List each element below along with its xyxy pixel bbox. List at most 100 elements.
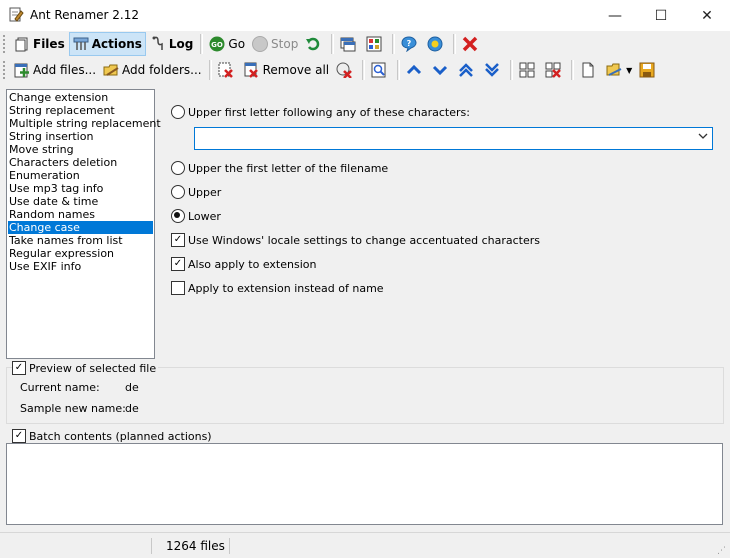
checkbox-preview[interactable]: ✓	[12, 361, 26, 375]
radio-lower[interactable]	[171, 209, 185, 223]
log-icon	[150, 36, 166, 52]
add-files-icon	[14, 62, 30, 78]
app-icon	[9, 7, 24, 22]
help-icon: ?	[401, 36, 417, 52]
maximize-button[interactable]: ☐	[638, 0, 684, 31]
window-layout-button[interactable]	[337, 33, 362, 55]
chevron-up-icon	[406, 62, 422, 78]
preview-button[interactable]	[368, 59, 393, 81]
preview-toggle[interactable]: ✓ Preview of selected file	[12, 361, 159, 375]
actions-icon	[73, 36, 89, 52]
files-button[interactable]: Files	[11, 33, 68, 55]
option-lower[interactable]: Lower	[171, 209, 221, 223]
add-folders-label: Add folders...	[122, 63, 202, 77]
toolbar-grip[interactable]	[3, 35, 8, 53]
batch-contents-panel[interactable]	[6, 443, 723, 525]
option-upper[interactable]: Upper	[171, 185, 221, 199]
exit-button[interactable]	[459, 33, 484, 55]
go-label: Go	[228, 37, 246, 51]
move-down-button[interactable]	[429, 59, 454, 81]
toolbar-grip[interactable]	[3, 61, 8, 79]
option-upper-first-filename[interactable]: Upper the first letter of the filename	[171, 161, 388, 175]
move-top-button[interactable]	[403, 59, 428, 81]
preview-group	[6, 367, 724, 424]
characters-combobox[interactable]	[194, 127, 713, 150]
chevron-down-icon[interactable]	[698, 131, 708, 144]
add-files-button[interactable]: Add files...	[11, 59, 99, 81]
actions-list-item[interactable]: String replacement	[8, 104, 153, 117]
options-button[interactable]	[363, 33, 388, 55]
radio-upper-first-following[interactable]	[171, 105, 185, 119]
minimize-button[interactable]: —	[592, 0, 638, 31]
add-folders-button[interactable]: Add folders...	[100, 59, 205, 81]
batch-label: Batch contents (planned actions)	[29, 429, 212, 443]
current-name-label: Current name:	[20, 381, 100, 394]
actions-list-item[interactable]: Use EXIF info	[8, 260, 153, 273]
remove-all-button[interactable]: Remove all	[241, 59, 333, 81]
option-apply-extension-instead[interactable]: Apply to extension instead of name	[171, 281, 384, 295]
new-document-icon	[580, 62, 596, 78]
toolbar-separator	[200, 34, 204, 54]
stop-icon	[252, 36, 269, 52]
actions-list[interactable]: Change extension String replacement Multip…	[6, 89, 161, 359]
radio-upper[interactable]	[171, 185, 185, 199]
actions-list-item[interactable]: Move string	[8, 143, 153, 156]
actions-list-item[interactable]: Use date & time	[8, 195, 153, 208]
preview-label: Preview of selected file	[29, 361, 157, 375]
go-icon: GO	[209, 36, 225, 52]
remove-dead-button[interactable]	[333, 59, 358, 81]
double-chevron-down-icon	[484, 62, 500, 78]
actions-list-item[interactable]: Characters deletion	[8, 156, 153, 169]
radio-upper-first-filename[interactable]	[171, 161, 185, 175]
actions-list-item[interactable]: Regular expression	[8, 247, 153, 260]
status-separator	[229, 538, 230, 554]
close-button[interactable]: ✕	[684, 0, 730, 31]
move-last-button[interactable]	[481, 59, 506, 81]
actions-list-item[interactable]: Change case	[8, 221, 153, 234]
actions-list-item[interactable]: Take names from list	[8, 234, 153, 247]
actions-list-item[interactable]: String insertion	[8, 130, 153, 143]
toolbar-separator	[571, 60, 575, 80]
add-folders-icon	[103, 62, 119, 78]
undo-icon	[305, 36, 321, 52]
save-batch-button[interactable]	[636, 59, 661, 81]
option-label: Upper	[188, 185, 222, 199]
batch-toggle[interactable]: ✓ Batch contents (planned actions)	[12, 429, 212, 443]
option-upper-first-following[interactable]: Upper first letter following any of thes…	[171, 105, 470, 119]
checkbox-apply-extension[interactable]: ✓	[171, 257, 185, 271]
actions-list-item[interactable]: Random names	[8, 208, 153, 221]
remove-grid-button[interactable]	[542, 59, 567, 81]
svg-text:?: ?	[407, 39, 412, 48]
save-icon	[639, 62, 655, 78]
actions-button[interactable]: Actions	[68, 32, 146, 56]
dropdown-arrow-icon[interactable]: ▼	[626, 66, 632, 75]
remove-selected-button[interactable]	[215, 59, 240, 81]
log-button[interactable]: Log	[147, 33, 196, 55]
option-label: Also apply to extension	[188, 257, 317, 271]
actions-list-item[interactable]: Multiple string replacement	[8, 117, 161, 130]
actions-list-item[interactable]: Change extension	[8, 91, 153, 104]
undo-button[interactable]	[302, 33, 327, 55]
remove-dead-icon	[336, 62, 353, 78]
help-button[interactable]: ?	[398, 33, 423, 55]
toolbar-separator	[362, 60, 366, 80]
resize-grip-icon[interactable]: ⋰	[717, 546, 726, 556]
option-apply-extension[interactable]: ✓ Also apply to extension	[171, 257, 316, 271]
checkbox-batch[interactable]: ✓	[12, 429, 26, 443]
actions-list-item[interactable]: Use mp3 tag info	[8, 182, 153, 195]
go-button[interactable]: GO Go	[206, 33, 248, 55]
new-batch-button[interactable]	[577, 59, 602, 81]
stop-button[interactable]: Stop	[249, 33, 301, 55]
status-bar: 1264 files ⋰	[0, 532, 730, 558]
actions-list-item[interactable]: Enumeration	[8, 169, 153, 182]
checkbox-use-locale[interactable]: ✓	[171, 233, 185, 247]
window-title: Ant Renamer 2.12	[30, 8, 140, 22]
open-batch-button[interactable]: ▼	[603, 59, 635, 81]
option-use-locale[interactable]: ✓ Use Windows' locale settings to change…	[171, 233, 540, 247]
toolbar-separator	[453, 34, 457, 54]
about-button[interactable]	[424, 33, 449, 55]
toolbar-separator	[510, 60, 514, 80]
move-first-button[interactable]	[455, 59, 480, 81]
checkbox-apply-extension-instead[interactable]	[171, 281, 185, 295]
select-all-button[interactable]	[516, 59, 541, 81]
